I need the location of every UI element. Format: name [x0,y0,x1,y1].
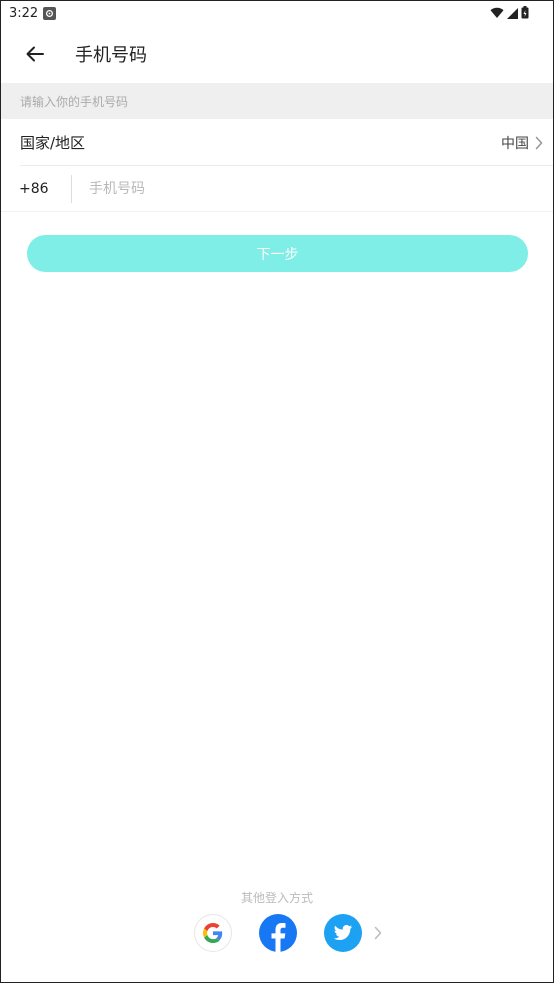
twitter-login-button[interactable] [324,914,362,952]
facebook-login-button[interactable] [259,914,297,952]
vertical-divider [71,175,72,203]
app-header: 手机号码 [1,25,553,83]
twitter-icon [333,925,353,940]
more-login-chevron-icon[interactable] [374,926,382,940]
social-login-row [194,914,382,952]
status-bar: 3:22 [1,1,553,25]
facebook-icon [271,923,286,952]
signal-icon [507,4,518,23]
google-icon [203,923,223,943]
other-login-title: 其他登入方式 [240,891,313,905]
chevron-right-icon [535,136,543,150]
phone-row: +86 [1,166,553,212]
country-code-prefix[interactable]: +86 [19,181,71,197]
country-label: 国家/地区 [20,134,86,152]
hint-text: 请输入你的手机号码 [20,94,129,109]
divider [1,211,553,212]
country-selector[interactable]: 国家/地区 中国 [1,119,553,166]
phone-screen: 3:22 手机号码 请输入你的手机号码 国家/地区 中国 +86 手机号码 下一… [0,0,554,983]
arrow-left-icon [26,46,44,62]
battery-icon [521,4,529,23]
phone-number-input[interactable] [89,181,489,197]
status-icons [490,4,529,23]
next-button[interactable]: 下一步 [27,235,528,272]
page-title: 手机号码 [75,45,147,66]
hint-bar: 请输入你的手机号码 [1,83,553,119]
status-time: 3:22 [9,5,39,21]
country-value: 中国 [501,135,529,152]
back-button[interactable] [15,34,55,74]
wifi-icon [490,4,504,23]
app-notification-icon [43,6,57,20]
google-login-button[interactable] [194,914,232,952]
